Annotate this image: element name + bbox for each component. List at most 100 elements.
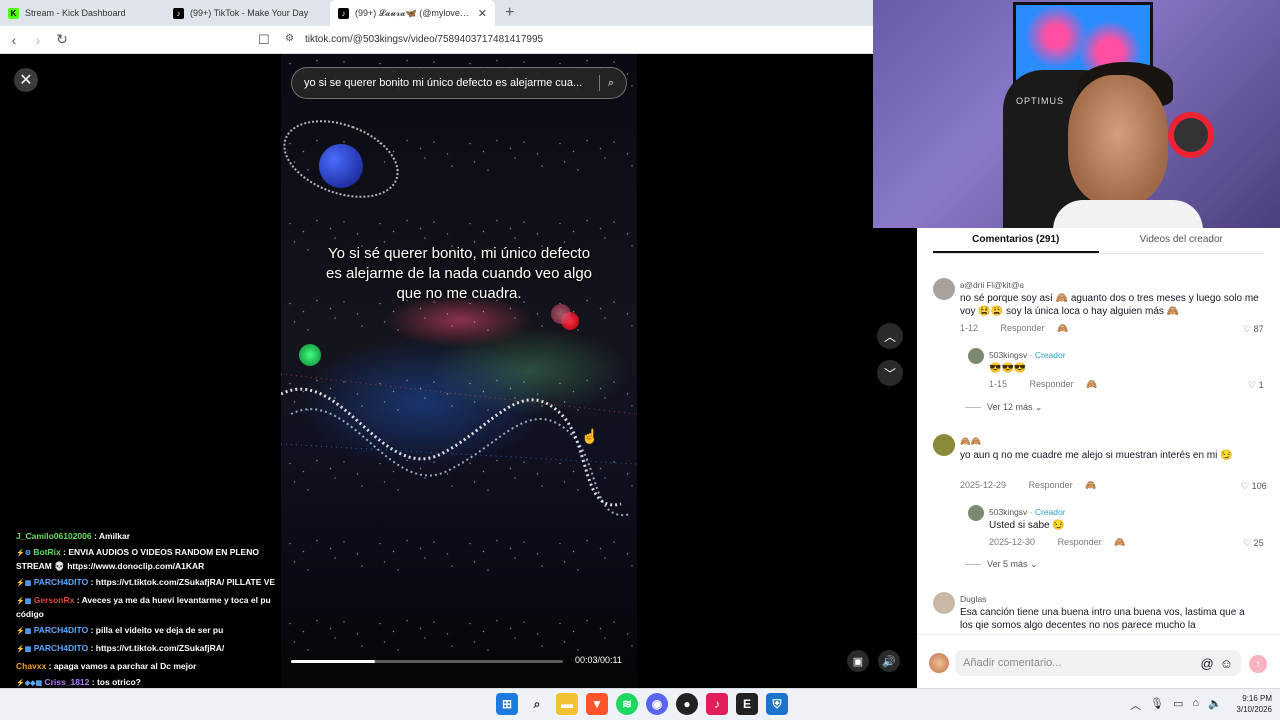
display-icon[interactable]: ▭ <box>1173 697 1183 713</box>
chat-message: ⚡▦ PARCH4DITO : https://vt.tiktok.com/ZS… <box>16 642 288 656</box>
like-count[interactable]: ♡ 1 <box>1248 380 1264 391</box>
tab-comments[interactable]: Comentarios (291) <box>933 228 1099 253</box>
volume-icon[interactable]: 🔊 <box>878 650 900 672</box>
obs-icon[interactable]: ● <box>676 693 698 715</box>
forward-icon[interactable]: › <box>28 32 48 48</box>
tab-tiktok-home[interactable]: ♪ (99+) TikTok - Make Your Day <box>165 0 330 26</box>
avatar[interactable] <box>968 505 984 521</box>
network-icon[interactable]: ⌂ <box>1192 697 1199 713</box>
avatar[interactable] <box>933 434 955 456</box>
chat-badges: ⚡⚙ <box>16 550 31 557</box>
microphone-icon[interactable]: 🎙 <box>1150 697 1164 713</box>
taskbar-apps: ⊞ ⌕ ▬ ▼ ≋ ◉ ● ♪ E ⛨ <box>496 693 788 715</box>
url-field[interactable]: tiktok.com/@503kingsv/video/758940371748… <box>305 34 543 45</box>
windows-start-icon[interactable]: ⊞ <box>496 693 518 715</box>
heart-icon: ♡ <box>1248 380 1257 390</box>
like-value: 1 <box>1258 380 1264 390</box>
chat-badges: ⚡▦ <box>16 580 32 587</box>
comment-meta: 1-15 Responder 🙈 <box>989 379 1097 390</box>
chat-username[interactable]: J_Camilo06102006 <box>16 531 92 541</box>
comment-username[interactable]: ʚ@drii Fl@kit@ɞ <box>960 280 1024 290</box>
comment-username[interactable]: Duglas <box>960 594 986 604</box>
avatar[interactable] <box>933 592 955 614</box>
epic-games-icon[interactable]: E <box>736 693 758 715</box>
next-video-button[interactable]: ﹀ <box>877 360 903 386</box>
comment-meta: 1-12 Responder 🙈 <box>960 323 1068 334</box>
avatar[interactable] <box>968 348 984 364</box>
like-count[interactable]: ♡ 106 <box>1241 481 1267 492</box>
creator-react-icon: 🙈 <box>1114 537 1126 547</box>
bookmark-icon[interactable]: ☐ <box>258 32 270 48</box>
video-progress-fill <box>291 660 376 663</box>
tab-creator-videos[interactable]: Videos del creador <box>1099 228 1265 253</box>
like-count[interactable]: ♡ 87 <box>1243 324 1264 335</box>
discord-icon[interactable]: ◉ <box>646 693 668 715</box>
view-more-replies[interactable]: Ver 5 más ⌄ <box>965 559 1038 570</box>
avatar[interactable] <box>933 278 955 300</box>
chat-message: Chavxx : apaga vamos a parchar al Dc mej… <box>16 660 288 672</box>
back-icon[interactable]: ‹ <box>4 32 24 48</box>
tiktok-icon: ♪ <box>173 7 184 19</box>
spotify-icon[interactable]: ≋ <box>616 693 638 715</box>
vpn-shield-icon[interactable]: ⛨ <box>766 693 788 715</box>
add-comment-placeholder: Añadir comentario... <box>963 657 1062 669</box>
video-light-wave <box>281 373 637 517</box>
search-query[interactable]: yo si se querer bonito mi único defecto … <box>304 77 591 89</box>
chat-username[interactable]: BotRix <box>33 547 60 557</box>
search-icon[interactable]: ⌕ <box>526 693 548 715</box>
chat-message: J_Camilo06102006 : Amilkar <box>16 530 288 542</box>
tab-title: (99+) 𝓛𝓪𝓾𝓻𝓪🦋 (@mylove05_2 <box>355 7 474 18</box>
mention-icon[interactable]: @ <box>1201 656 1214 671</box>
add-comment-input[interactable]: Añadir comentario... @ ☺ <box>955 650 1241 676</box>
chat-username[interactable]: PARCH4DITO <box>34 577 88 587</box>
chat-message: ⚡⚙ BotRix : ENVIA AUDIOS O VIDEOS RANDOM… <box>16 546 288 572</box>
reply-button[interactable]: Responder <box>1029 480 1073 490</box>
creator-react-icon: 🙈 <box>1085 480 1097 490</box>
comment-list: ʚ@drii Fl@kit@ɞ no sé porque soy así 🙈 a… <box>917 268 1280 634</box>
close-video-button[interactable]: ✕ <box>14 68 38 92</box>
video-player[interactable]: yo si se querer bonito mi único defecto … <box>281 54 637 688</box>
chat-username[interactable]: Chavxx <box>16 661 46 671</box>
site-info-icon[interactable]: ⚙ <box>285 33 294 44</box>
tiktok-live-icon[interactable]: ♪ <box>706 693 728 715</box>
like-count[interactable]: ♡ 25 <box>1243 538 1264 549</box>
comments-panel: Comentarios (291) Videos del creador ʚ@d… <box>917 228 1280 688</box>
avatar <box>929 653 949 673</box>
comment-username[interactable]: 503kingsv · Creador <box>989 507 1066 517</box>
comment-username[interactable]: 503kingsv · Creador <box>989 350 1066 360</box>
floating-player-icon[interactable]: ▣ <box>847 650 869 672</box>
tab-kick-dashboard[interactable]: K Stream - Kick Dashboard <box>0 0 165 26</box>
file-explorer-icon[interactable]: ▬ <box>556 693 578 715</box>
webcam-sign <box>1168 112 1214 158</box>
chat-username[interactable]: PARCH4DITO <box>34 643 88 653</box>
reply-button[interactable]: Responder <box>1001 323 1045 333</box>
chat-badges: ⚡▦ <box>16 646 32 653</box>
new-tab-button[interactable]: + <box>495 0 524 26</box>
video-progress-bar[interactable] <box>291 660 563 663</box>
previous-video-button[interactable]: ︿ <box>877 323 903 349</box>
webcam-person-shirt <box>1053 200 1203 228</box>
comment-username[interactable]: 🙈🙈 <box>960 436 981 447</box>
view-more-replies[interactable]: Ver 12 más ⌄ <box>965 402 1043 413</box>
brave-browser-icon[interactable]: ▼ <box>586 693 608 715</box>
video-light-ball <box>551 304 571 324</box>
heart-icon: ♡ <box>1243 538 1252 548</box>
chat-username[interactable]: Criss_1812 <box>44 677 89 687</box>
reply-button[interactable]: Responder <box>1058 537 1102 547</box>
search-icon[interactable]: ⌕ <box>608 77 614 90</box>
tab-tiktok-video[interactable]: ♪ (99+) 𝓛𝓪𝓾𝓻𝓪🦋 (@mylove05_2 ✕ <box>330 0 495 26</box>
close-tab-icon[interactable]: ✕ <box>478 7 487 20</box>
view-more-label: Ver 5 más <box>987 559 1028 569</box>
browser-tab-bar: K Stream - Kick Dashboard ♪ (99+) TikTok… <box>0 0 873 26</box>
reply-button[interactable]: Responder <box>1030 379 1074 389</box>
chat-username[interactable]: PARCH4DITO <box>34 625 88 635</box>
emoji-icon[interactable]: ☺ <box>1220 656 1233 671</box>
comment-text: Usted si sabe 😏 <box>989 520 1065 531</box>
reload-icon[interactable]: ↻ <box>52 31 72 48</box>
system-clock[interactable]: 9:16 PM 3/10/2026 <box>1208 693 1272 715</box>
send-button[interactable]: ↑ <box>1249 655 1267 673</box>
chat-username[interactable]: GersonRx <box>34 595 75 605</box>
clock-date: 3/10/2026 <box>1236 705 1272 714</box>
video-search-box[interactable]: yo si se querer bonito mi único defecto … <box>291 67 627 99</box>
chevron-up-icon[interactable]: ︿ <box>1130 697 1141 713</box>
